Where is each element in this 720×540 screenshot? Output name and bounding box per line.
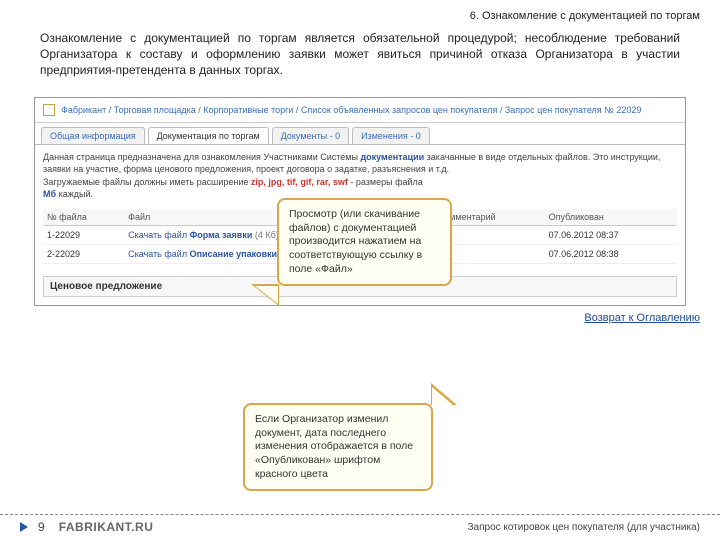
download-link[interactable]: Скачать файл Описание упаковки (128, 249, 277, 259)
return-to-toc-link[interactable]: Возврат к Оглавлению (584, 312, 700, 324)
desc-p4: - размеры файла (348, 177, 423, 187)
intro-paragraph: Ознакомление с документацией по торгам я… (0, 22, 720, 89)
breadcrumb-text: Фабрикант / Торговая площадка / Корпорат… (61, 105, 641, 115)
callout-text: Если Организатор изменил документ, дата … (255, 413, 413, 480)
link-prefix: Скачать файл (128, 230, 189, 240)
file-name: Описание упаковки (190, 249, 277, 259)
th-num: № файла (43, 209, 124, 226)
desc-p5: каждый. (56, 189, 93, 199)
section-title: 6. Ознакомление с документацией по торга… (0, 0, 720, 22)
breadcrumb: Фабрикант / Торговая площадка / Корпорат… (35, 98, 685, 123)
cell-published: 07.06.2012 08:37 (545, 225, 677, 244)
tab-changes[interactable]: Изменения - 0 (352, 127, 430, 144)
tabs-bar: Общая информация Документация по торгам … (35, 123, 685, 144)
desc-hl1: документации (360, 152, 424, 162)
desc-text: Данная страница предназначена для ознако… (43, 151, 677, 201)
logo-main: FABRIKANT. (59, 520, 135, 534)
footer-right-text: Запрос котировок цен покупателя (для уча… (467, 522, 700, 533)
download-link[interactable]: Скачать файл Форма заявки (128, 230, 252, 240)
bullet-icon (20, 522, 28, 532)
desc-ext: zip, jpg, tif, gif, rar, swf (251, 177, 348, 187)
link-prefix: Скачать файл (128, 249, 189, 259)
callout-published-date: Если Организатор изменил документ, дата … (243, 403, 433, 491)
th-published: Опубликован (545, 209, 677, 226)
logo: FABRIKANT.RU (59, 520, 154, 534)
logo-suffix: RU (135, 520, 153, 534)
callout-tail-icon (431, 383, 457, 405)
callout-file-download: Просмотр (или скачивание файлов) с докум… (277, 198, 452, 286)
cell-published: 07.06.2012 08:38 (545, 244, 677, 263)
return-link-wrap: Возврат к Оглавлению (0, 306, 720, 326)
page-number: 9 (38, 520, 45, 534)
cell-num: 1-22029 (43, 225, 124, 244)
desc-p3: Загружаемые файлы должны иметь расширени… (43, 177, 251, 187)
breadcrumb-icon (43, 104, 55, 116)
footer: 9 FABRIKANT.RU Запрос котировок цен поку… (0, 520, 720, 534)
tab-general-info[interactable]: Общая информация (41, 127, 145, 144)
cell-num: 2-22029 (43, 244, 124, 263)
desc-hl2: Мб (43, 189, 56, 199)
tab-documents[interactable]: Документы - 0 (272, 127, 349, 144)
tab-documentation[interactable]: Документация по торгам (148, 127, 269, 144)
callout-tail-icon (251, 284, 279, 306)
file-size: (4 Кб) (255, 230, 279, 240)
callout-text: Просмотр (или скачивание файлов) с докум… (289, 208, 422, 275)
file-name: Форма заявки (190, 230, 253, 240)
footer-divider (0, 514, 720, 515)
desc-p1: Данная страница предназначена для ознако… (43, 152, 360, 162)
